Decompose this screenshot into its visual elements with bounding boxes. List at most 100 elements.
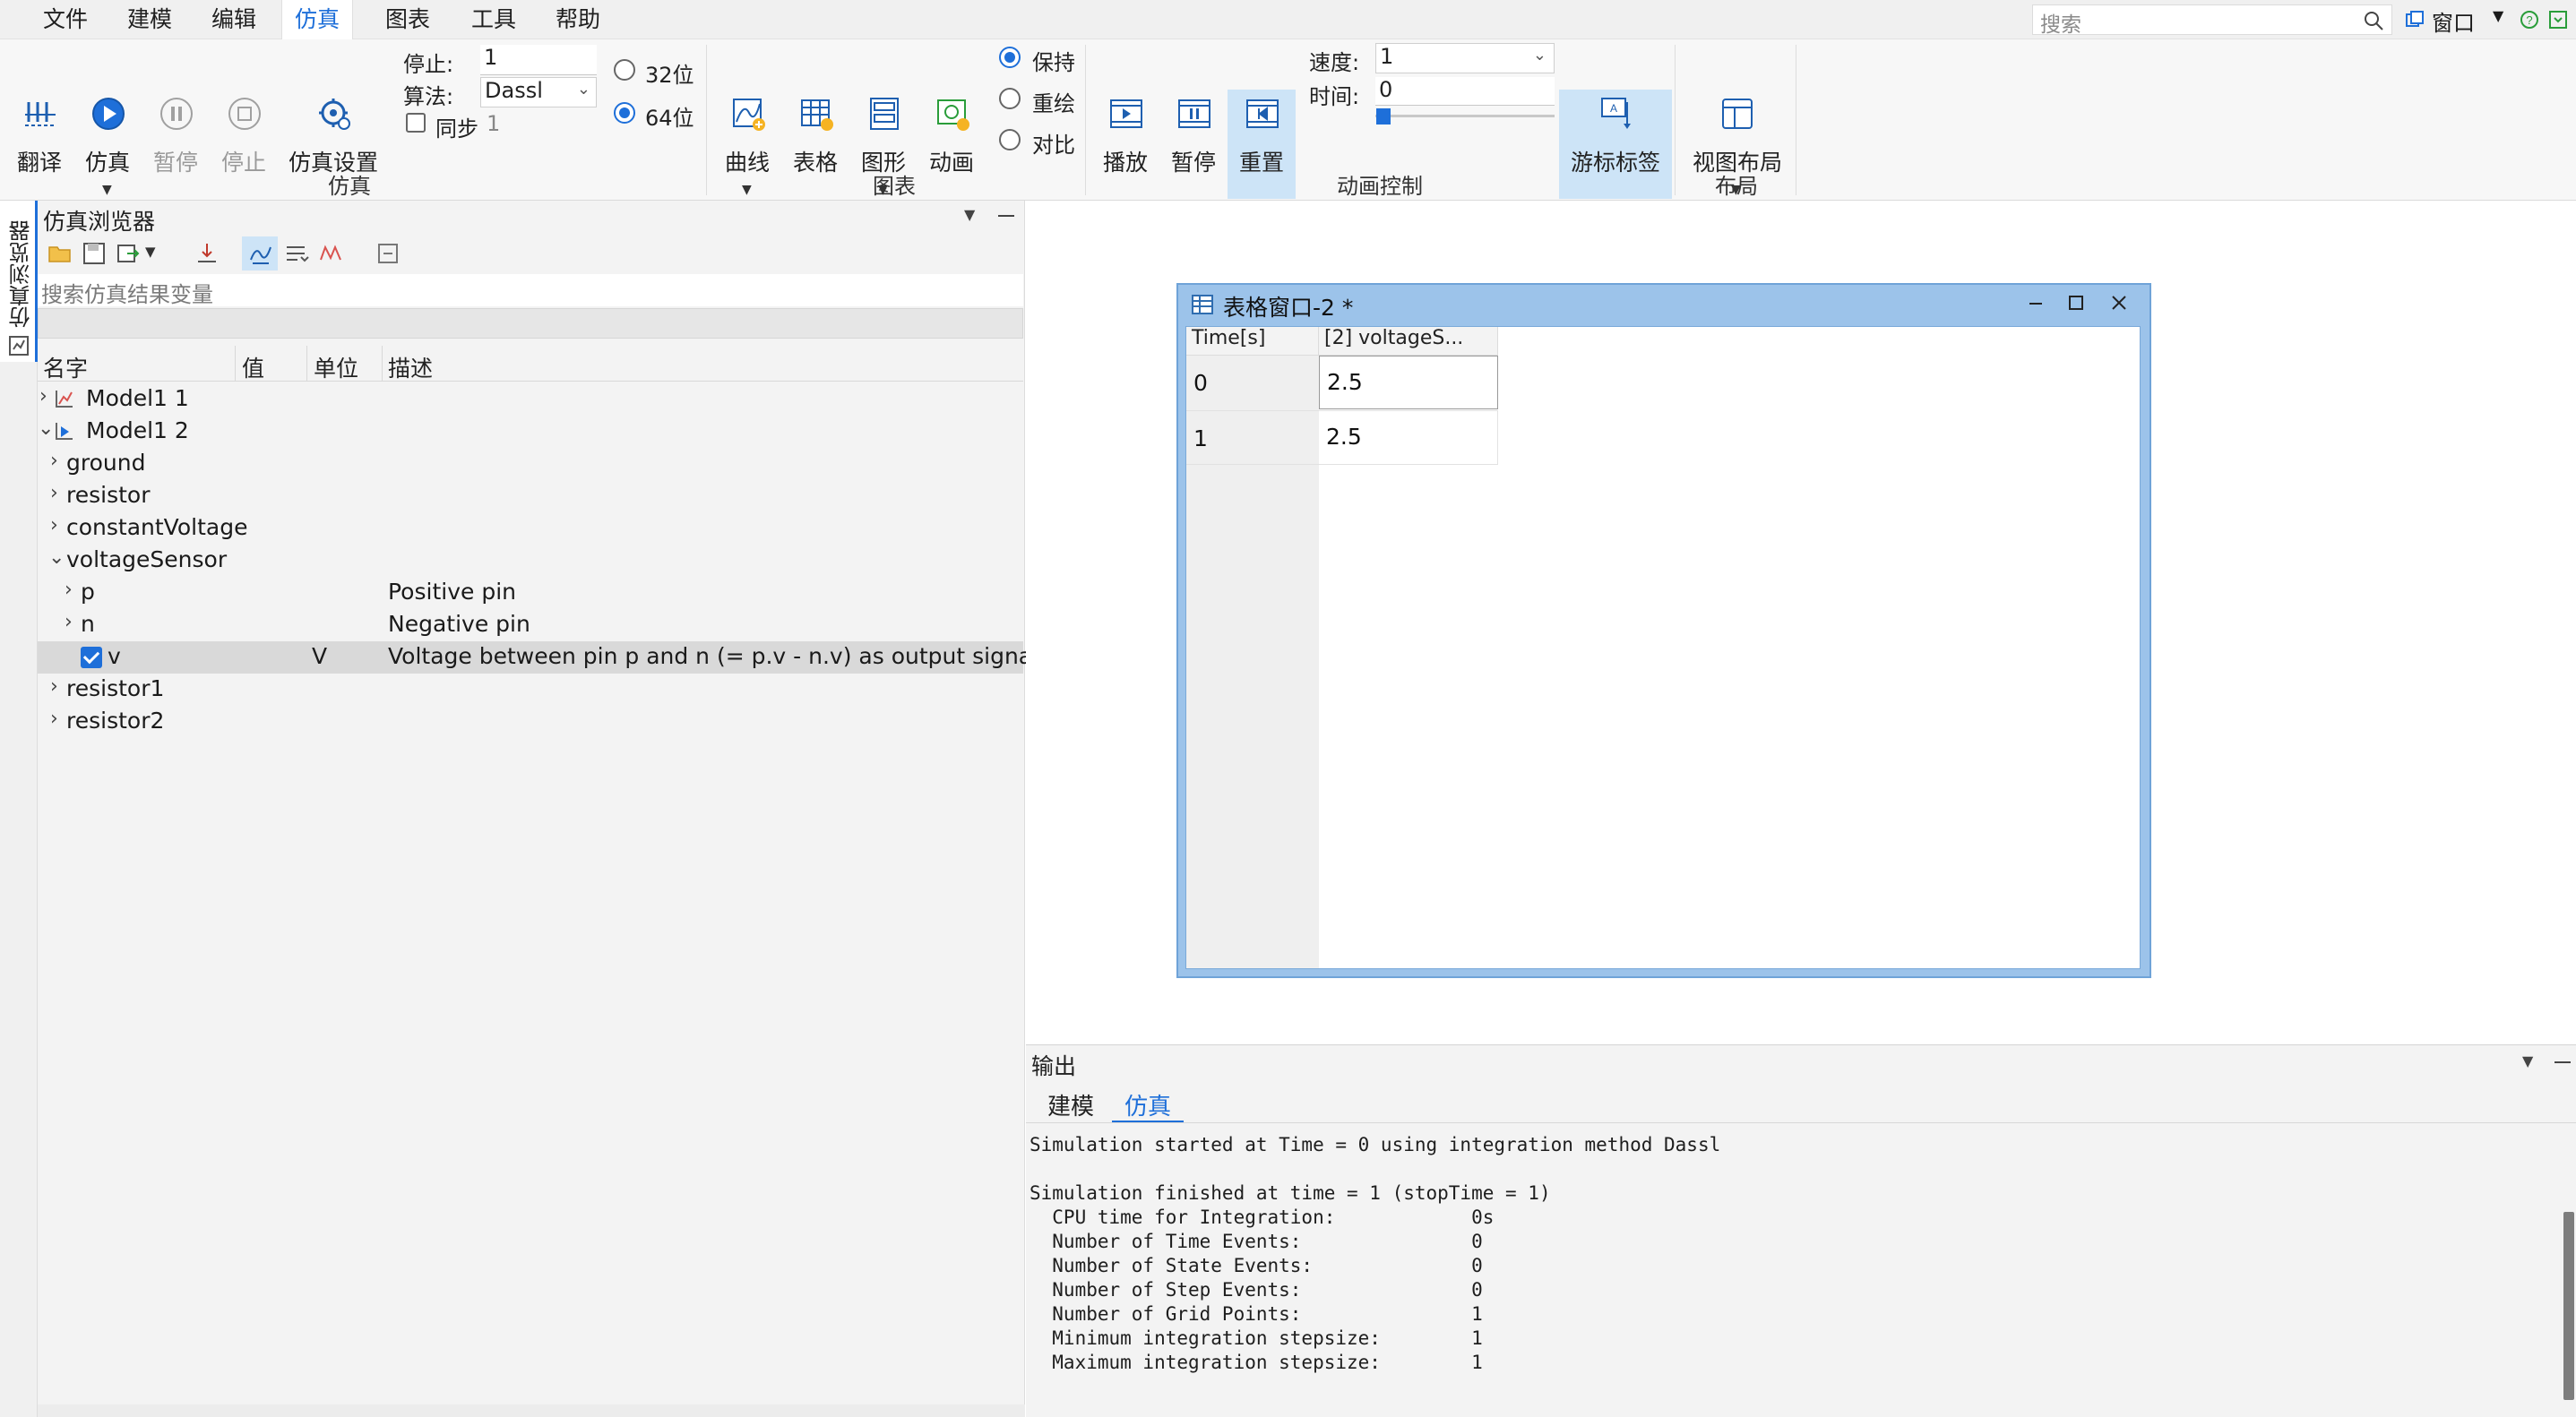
tree-row-model1-1[interactable]: › Model1 1: [38, 383, 1023, 416]
sync-checkbox[interactable]: [406, 113, 426, 133]
expand-arrow-icon[interactable]: ›: [39, 385, 47, 408]
panel-menu-icon[interactable]: ▼: [964, 206, 975, 223]
menu-chart[interactable]: 图表: [373, 0, 443, 39]
chevron-down-icon[interactable]: ▼: [742, 183, 752, 197]
menu-edit[interactable]: 编辑: [199, 0, 269, 39]
speed-select[interactable]: 1 ⌄: [1375, 43, 1555, 73]
anim-reset-label: 重置: [1238, 150, 1284, 176]
simulate-button[interactable]: 仿真 ▼: [73, 90, 142, 199]
output-scrollbar[interactable]: [2563, 1212, 2574, 1400]
col-value[interactable]: 值: [242, 351, 264, 383]
table-row[interactable]: 1 2.5: [1186, 411, 1498, 465]
menu-help[interactable]: 帮助: [543, 0, 613, 39]
menu-modeling[interactable]: 建模: [115, 0, 185, 39]
tree-row-n[interactable]: › n Negative pin: [38, 609, 1023, 641]
bottom-tab-strip[interactable]: [38, 1404, 1025, 1417]
window-close-icon[interactable]: [2110, 294, 2128, 312]
side-tab-label[interactable]: 仿真浏览器: [5, 220, 37, 328]
table-cell[interactable]: 2.5: [1319, 411, 1498, 465]
expand-arrow-icon[interactable]: ›: [65, 611, 73, 633]
cursor-label-button[interactable]: A 游标标签: [1559, 90, 1672, 199]
algorithm-select[interactable]: Dassl ⌄: [480, 77, 597, 107]
col-desc[interactable]: 描述: [388, 351, 433, 383]
anim-reset-button[interactable]: 重置: [1228, 90, 1296, 199]
menu-tools[interactable]: 工具: [459, 0, 529, 39]
expand-arrow-icon[interactable]: ›: [65, 579, 73, 601]
variable-checkbox[interactable]: [81, 647, 102, 668]
tree-row-resistor2[interactable]: › resistor2: [38, 706, 1023, 738]
filter-variables-icon[interactable]: [247, 240, 274, 267]
restore-ribbon-icon[interactable]: [2548, 10, 2568, 30]
window-maximize-icon[interactable]: [2069, 296, 2083, 310]
import-result-icon[interactable]: [194, 240, 220, 267]
radio-keep[interactable]: [999, 47, 1021, 68]
table-window[interactable]: 表格窗口-2 * Time[s] [2] voltageS... 0 2.5 1…: [1176, 283, 2151, 978]
expand-arrow-icon[interactable]: ⌄: [48, 546, 65, 569]
menu-file[interactable]: 文件: [30, 0, 100, 39]
stop-time-input[interactable]: 1: [480, 45, 597, 75]
time-slider-handle[interactable]: [1376, 108, 1391, 125]
list-view-icon[interactable]: [283, 240, 310, 267]
window-icon[interactable]: [2405, 10, 2425, 30]
tree-row-v[interactable]: v V Voltage between pin p and n (= p.v -…: [38, 641, 1038, 674]
minimize-panel-icon[interactable]: [998, 215, 1014, 217]
radio-32bit[interactable]: [614, 59, 635, 81]
curve-button[interactable]: 曲线 ▼: [713, 90, 781, 199]
table-button[interactable]: 表格: [781, 90, 849, 199]
animation-button[interactable]: 动画: [918, 90, 986, 199]
anim-play-button[interactable]: 播放: [1091, 90, 1159, 199]
expand-arrow-icon[interactable]: ›: [50, 675, 58, 698]
tree-row-voltage-sensor[interactable]: ⌄ voltageSensor: [38, 545, 1023, 577]
window-dropdown-icon[interactable]: ▼: [2493, 7, 2503, 24]
save-icon[interactable]: [81, 240, 108, 267]
tree-row-p[interactable]: › p Positive pin: [38, 577, 1023, 609]
tree-row-resistor[interactable]: › resistor: [38, 480, 1023, 512]
time-input[interactable]: 0: [1375, 77, 1555, 106]
column-separator[interactable]: [235, 346, 236, 382]
stop-button[interactable]: 停止: [210, 90, 278, 199]
sync-label: 同步: [435, 116, 478, 142]
table-header-time[interactable]: Time[s]: [1186, 327, 1319, 356]
collapse-all-icon[interactable]: [375, 240, 401, 267]
help-icon[interactable]: ?: [2520, 10, 2539, 30]
table-cell-selected[interactable]: 2.5: [1319, 356, 1498, 409]
col-unit[interactable]: 单位: [314, 351, 358, 383]
panel-menu-icon[interactable]: ▼: [2522, 1052, 2533, 1069]
minimize-panel-icon[interactable]: [2554, 1061, 2571, 1063]
window-minimize-icon[interactable]: [2029, 303, 2042, 305]
radio-compare[interactable]: [999, 129, 1021, 150]
table-row[interactable]: 0 2.5: [1186, 356, 1498, 411]
stop-time-label: 停止:: [403, 52, 454, 77]
global-search-input[interactable]: 搜索: [2032, 4, 2392, 37]
pause-button[interactable]: 暂停: [142, 90, 210, 199]
tree-row-resistor1[interactable]: › resistor1: [38, 674, 1023, 706]
chevron-down-icon[interactable]: ▼: [102, 183, 112, 197]
export-dropdown-icon[interactable]: ▼: [145, 244, 156, 260]
expand-arrow-icon[interactable]: ›: [50, 708, 58, 730]
tree-row-constant-voltage[interactable]: › constantVoltage: [38, 512, 1023, 545]
expand-arrow-icon[interactable]: ›: [50, 482, 58, 504]
expand-arrow-icon[interactable]: ›: [50, 514, 58, 537]
variable-search-input[interactable]: 搜索仿真结果变量: [38, 274, 1023, 307]
open-folder-icon[interactable]: [47, 240, 73, 267]
signal-icon[interactable]: [317, 240, 344, 267]
time-slider-track[interactable]: [1375, 115, 1555, 117]
tree-row-model1-2[interactable]: ⌄ Model1 2: [38, 416, 1023, 448]
output-tab-modeling[interactable]: 建模: [1047, 1088, 1094, 1121]
export-icon[interactable]: [115, 240, 142, 267]
tree-row-ground[interactable]: › ground: [38, 448, 1023, 480]
column-separator[interactable]: [382, 346, 383, 382]
anim-pause-button[interactable]: 暂停: [1159, 90, 1228, 199]
filter-bar[interactable]: [38, 308, 1023, 339]
column-separator[interactable]: [306, 346, 307, 382]
radio-redraw[interactable]: [999, 88, 1021, 109]
menu-simulation[interactable]: 仿真: [281, 0, 354, 39]
window-menu-label[interactable]: 窗口: [2432, 5, 2475, 37]
translate-button[interactable]: 翻译: [5, 90, 73, 199]
output-tab-simulation[interactable]: 仿真: [1124, 1088, 1171, 1121]
expand-arrow-icon[interactable]: ›: [50, 450, 58, 472]
col-name[interactable]: 名字: [43, 351, 88, 383]
radio-64bit[interactable]: [614, 102, 635, 124]
table-header-voltage[interactable]: [2] voltageS...: [1319, 327, 1498, 356]
expand-arrow-icon[interactable]: ⌄: [38, 417, 54, 440]
